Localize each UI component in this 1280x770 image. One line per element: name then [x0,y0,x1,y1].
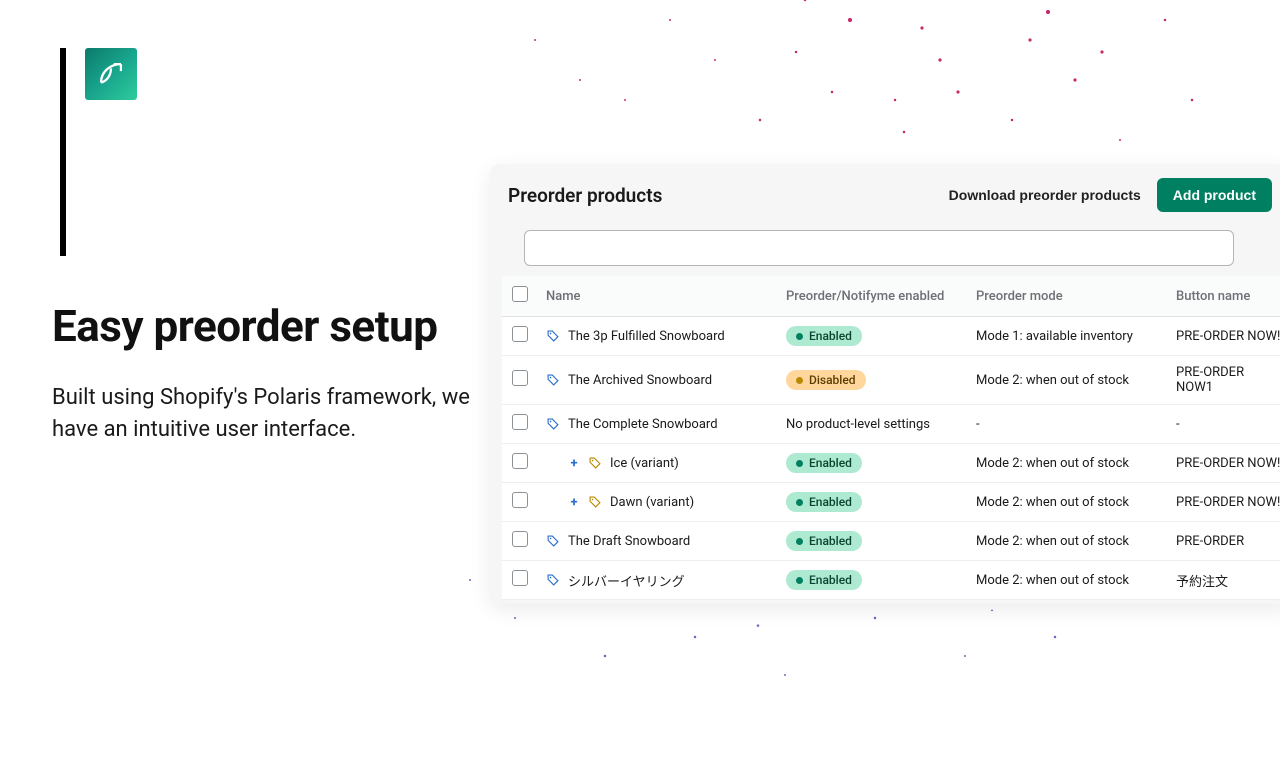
products-table: Name Preorder/Notifyme enabled Preorder … [502,276,1280,600]
search-input[interactable] [524,230,1234,266]
button-name-cell: PRE-ORDER NOW! [1168,444,1280,483]
row-checkbox[interactable] [512,326,528,342]
status-dot-icon [796,577,803,584]
col-status[interactable]: Preorder/Notifyme enabled [778,276,968,317]
row-checkbox[interactable] [512,531,528,547]
mode-cell: Mode 2: when out of stock [968,483,1168,522]
status-text: No product-level settings [786,417,930,432]
status-badge: Disabled [786,370,866,390]
button-name-cell: PRE-ORDER [1168,522,1280,561]
col-mode[interactable]: Preorder mode [968,276,1168,317]
product-name: The Draft Snowboard [568,534,690,549]
select-all-checkbox[interactable] [512,286,528,302]
tag-icon [588,495,602,509]
tag-icon [546,329,560,343]
add-product-button[interactable]: Add product [1157,178,1272,212]
mode-cell: Mode 2: when out of stock [968,356,1168,405]
button-name-cell: PRE-ORDER NOW! [1168,483,1280,522]
table-row[interactable]: シルバーイヤリング Enabled Mode 2: when out of stoc… [502,561,1280,600]
tag-icon [546,534,560,548]
status-label: Disabled [809,373,856,387]
status-dot-icon [796,460,803,467]
row-checkbox[interactable] [512,453,528,469]
table-row[interactable]: The Draft Snowboard Enabled Mode 2: when o… [502,522,1280,561]
status-label: Enabled [809,534,852,548]
mode-cell: Mode 2: when out of stock [968,522,1168,561]
table-row[interactable]: + Ice (variant) Enabled Mode 2: when out of… [502,444,1280,483]
expand-icon[interactable]: + [568,495,580,510]
headline: Easy preorder setup [52,300,492,352]
product-name: Dawn (variant) [610,495,694,510]
tag-icon [546,573,560,587]
tag-icon [588,456,602,470]
status-badge: Enabled [786,531,862,551]
product-name: The Archived Snowboard [568,373,712,388]
status-label: Enabled [809,456,852,470]
button-name-cell: PRE-ORDER NOW1 [1168,356,1280,405]
panel-header: Preorder products Download preorder prod… [490,164,1280,224]
status-badge: Enabled [786,492,862,512]
tag-icon [546,417,560,431]
product-name: シルバーイヤリング [568,571,685,590]
marketing-block: Easy preorder setup Built using Shopify'… [52,48,492,446]
status-label: Enabled [809,573,852,587]
status-dot-icon [796,377,803,384]
row-checkbox[interactable] [512,370,528,386]
status-dot-icon [796,333,803,340]
status-badge: Enabled [786,326,862,346]
status-dot-icon [796,538,803,545]
status-badge: Enabled [786,570,862,590]
panel-title: Preorder products [508,184,949,207]
subheadline: Built using Shopify's Polaris framework,… [52,382,492,446]
table-row[interactable]: The 3p Fulfilled Snowboard Enabled Mode 1:… [502,317,1280,356]
mode-cell: Mode 2: when out of stock [968,444,1168,483]
button-name-cell: PRE-ORDER NOW! [1168,317,1280,356]
row-checkbox[interactable] [512,570,528,586]
leaf-arrow-icon [94,57,128,91]
preorder-products-panel: Preorder products Download preorder prod… [490,164,1280,604]
status-dot-icon [796,499,803,506]
button-name-cell: 予約注文 [1168,561,1280,600]
product-name: The 3p Fulfilled Snowboard [568,329,725,344]
product-name: The Complete Snowboard [568,417,718,432]
download-preorder-products-button[interactable]: Download preorder products [949,187,1141,203]
mode-cell: - [968,405,1168,444]
row-checkbox[interactable] [512,492,528,508]
row-checkbox[interactable] [512,414,528,430]
col-name[interactable]: Name [538,276,778,317]
tag-icon [546,373,560,387]
product-name: Ice (variant) [610,456,679,471]
table-row[interactable]: + Dawn (variant) Enabled Mode 2: when out o… [502,483,1280,522]
status-label: Enabled [809,495,852,509]
status-badge: Enabled [786,453,862,473]
button-name-cell: - [1168,405,1280,444]
app-logo [85,48,137,100]
table-row[interactable]: The Archived Snowboard Disabled Mode 2: wh… [502,356,1280,405]
mode-cell: Mode 1: available inventory [968,317,1168,356]
mode-cell: Mode 2: when out of stock [968,561,1168,600]
expand-icon[interactable]: + [568,456,580,471]
status-label: Enabled [809,329,852,343]
table-row[interactable]: The Complete Snowboard No product-level s… [502,405,1280,444]
col-button[interactable]: Button name [1168,276,1280,317]
